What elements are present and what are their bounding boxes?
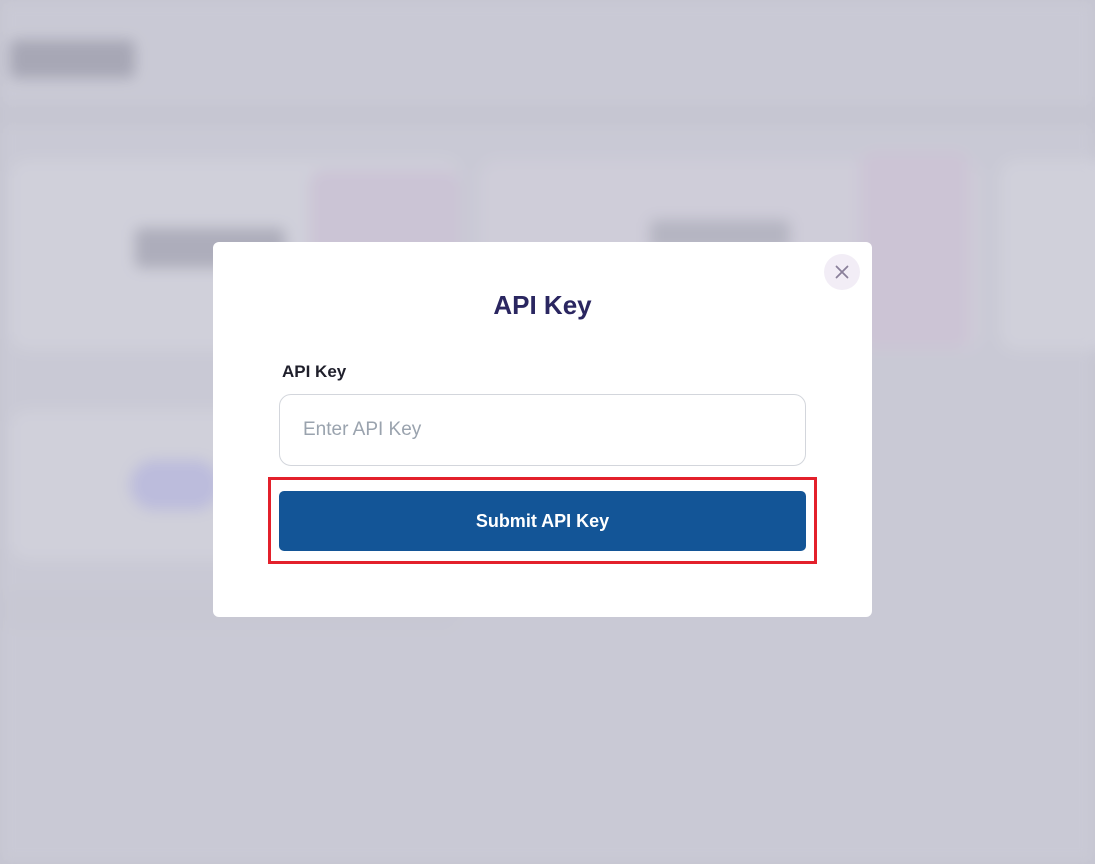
close-icon <box>835 265 849 279</box>
modal-title: API Key <box>493 290 592 320</box>
submit-api-key-button[interactable]: Submit API Key <box>279 491 806 551</box>
close-button[interactable] <box>824 254 860 290</box>
api-key-label: API Key <box>282 362 347 381</box>
api-key-input[interactable] <box>279 394 806 466</box>
api-key-modal: API Key API Key Submit API Key <box>213 242 872 617</box>
